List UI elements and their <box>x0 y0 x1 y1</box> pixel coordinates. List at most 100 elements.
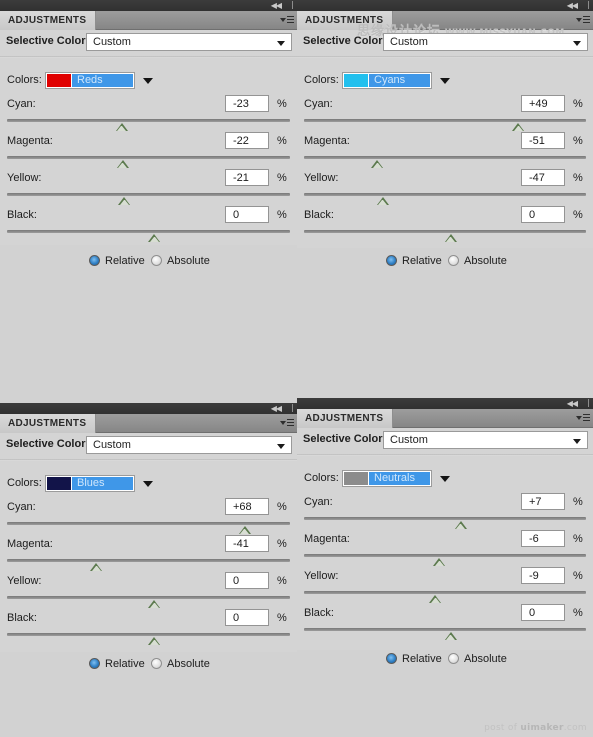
color-swatch <box>47 477 71 490</box>
slider-thumb-cyan[interactable] <box>512 123 525 131</box>
percent-symbol-black: % <box>573 607 583 619</box>
slider-thumb-inner <box>446 634 456 640</box>
tab-adjustments[interactable]: ADJUSTMENTS <box>0 11 97 30</box>
slider-value-input-magenta[interactable]: -41 <box>225 535 269 552</box>
slider-track-cyan[interactable] <box>7 522 290 525</box>
page-title: Selective Color <box>6 438 86 450</box>
slider-track-cyan[interactable] <box>7 119 290 122</box>
chevron-down-icon <box>277 444 285 449</box>
preset-select[interactable]: Custom <box>86 33 292 51</box>
slider-value-input-magenta[interactable]: -22 <box>225 132 269 149</box>
slider-row-black: Black: 0% <box>0 206 297 246</box>
slider-track-magenta[interactable] <box>304 554 586 557</box>
slider-thumb-magenta[interactable] <box>433 558 446 566</box>
slider-thumb-magenta[interactable] <box>371 160 384 168</box>
slider-thumb-black[interactable] <box>444 234 457 242</box>
colors-dropdown[interactable]: Reds <box>45 72 135 89</box>
slider-track-yellow[interactable] <box>304 591 586 594</box>
slider-track-cyan[interactable] <box>304 517 586 520</box>
slider-track-black[interactable] <box>304 628 586 631</box>
slider-value-yellow: 0 <box>233 575 240 587</box>
slider-row-yellow: Yellow: -9% <box>297 567 593 607</box>
radio-absolute-label: Absolute <box>464 255 507 267</box>
slider-value-input-yellow[interactable]: -47 <box>521 169 565 186</box>
slider-track-black[interactable] <box>304 230 586 233</box>
preset-select[interactable]: Custom <box>383 33 588 51</box>
slider-value-input-cyan[interactable]: +7 <box>521 493 565 510</box>
slider-row-cyan: Cyan: +68% <box>0 498 297 538</box>
slider-thumb-black[interactable] <box>148 234 161 242</box>
slider-thumb-inner <box>378 199 388 205</box>
slider-value-input-black[interactable]: 0 <box>521 206 565 223</box>
slider-track-yellow[interactable] <box>304 193 586 196</box>
slider-value-input-cyan[interactable]: +68 <box>225 498 269 515</box>
chevron-down-icon[interactable] <box>440 476 450 482</box>
slider-value-input-black[interactable]: 0 <box>225 206 269 223</box>
radio-absolute-label: Absolute <box>464 653 507 665</box>
slider-value-input-yellow[interactable]: -9 <box>521 567 565 584</box>
slider-row-black: Black: 0% <box>297 604 593 644</box>
slider-thumb-yellow[interactable] <box>376 197 389 205</box>
slider-track-yellow[interactable] <box>7 596 290 599</box>
slider-thumb-yellow[interactable] <box>429 595 442 603</box>
panel-menu-icon[interactable] <box>280 15 294 26</box>
colors-dropdown[interactable]: Blues <box>45 475 135 492</box>
slider-row-magenta: Magenta: -41% <box>0 535 297 575</box>
slider-thumb-magenta[interactable] <box>90 563 103 571</box>
slider-label-black: Black: <box>7 209 37 221</box>
collapse-arrows-icon[interactable]: ◀◀ <box>567 399 578 408</box>
slider-track-cyan[interactable] <box>304 119 586 122</box>
panel-menu-triangle <box>576 416 582 420</box>
slider-thumb-black[interactable] <box>444 632 457 640</box>
panel-menu-icon[interactable] <box>280 418 294 429</box>
slider-thumb-yellow[interactable] <box>148 600 161 608</box>
slider-thumb-magenta[interactable] <box>116 160 129 168</box>
page-title: Selective Color <box>303 35 383 47</box>
collapse-arrows-icon[interactable]: ◀◀ <box>271 1 282 10</box>
slider-thumb-black[interactable] <box>148 637 161 645</box>
slider-track-magenta[interactable] <box>304 156 586 159</box>
collapse-arrows-icon[interactable]: ◀◀ <box>567 1 578 10</box>
percent-symbol-yellow: % <box>573 172 583 184</box>
tab-adjustments[interactable]: ADJUSTMENTS <box>297 409 394 428</box>
chevron-down-icon[interactable] <box>440 78 450 84</box>
slider-value-cyan: +68 <box>233 501 252 513</box>
slider-value-input-black[interactable]: 0 <box>225 609 269 626</box>
slider-value-input-yellow[interactable]: 0 <box>225 572 269 589</box>
radio-absolute-label: Absolute <box>167 658 210 670</box>
slider-track-magenta[interactable] <box>7 156 290 159</box>
panel-menu-icon[interactable] <box>576 15 590 26</box>
slider-value-input-magenta[interactable]: -51 <box>521 132 565 149</box>
slider-track-black[interactable] <box>7 633 290 636</box>
slider-value-input-black[interactable]: 0 <box>521 604 565 621</box>
footer-brand: uimaker <box>520 723 564 733</box>
slider-track-black[interactable] <box>7 230 290 233</box>
slider-row-yellow: Yellow: -21% <box>0 169 297 209</box>
slider-thumb-cyan[interactable] <box>238 526 251 534</box>
panel-menu-icon[interactable] <box>576 413 590 424</box>
method-radio-group: Relative Absolute <box>0 657 297 673</box>
slider-value-input-cyan[interactable]: +49 <box>521 95 565 112</box>
colors-dropdown[interactable]: Cyans <box>342 72 432 89</box>
chevron-down-icon[interactable] <box>143 78 153 84</box>
slider-track-yellow[interactable] <box>7 193 290 196</box>
preset-select[interactable]: Custom <box>383 431 588 449</box>
footer-prefix: post of <box>484 723 521 733</box>
slider-thumb-inner <box>513 125 523 131</box>
slider-thumb-yellow[interactable] <box>118 197 131 205</box>
colors-row: Colors: Cyans <box>297 72 593 90</box>
chevron-down-icon[interactable] <box>143 481 153 487</box>
slider-value-cyan: +49 <box>529 98 548 110</box>
slider-value-cyan: +7 <box>529 496 542 508</box>
preset-select[interactable]: Custom <box>86 436 292 454</box>
slider-value-input-cyan[interactable]: -23 <box>225 95 269 112</box>
slider-track-magenta[interactable] <box>7 559 290 562</box>
slider-label-cyan: Cyan: <box>304 98 333 110</box>
collapse-arrows-icon[interactable]: ◀◀ <box>271 404 282 413</box>
slider-value-input-magenta[interactable]: -6 <box>521 530 565 547</box>
colors-dropdown[interactable]: Neutrals <box>342 470 432 487</box>
tab-adjustments[interactable]: ADJUSTMENTS <box>0 414 97 433</box>
slider-thumb-cyan[interactable] <box>454 521 467 529</box>
slider-value-input-yellow[interactable]: -21 <box>225 169 269 186</box>
slider-thumb-cyan[interactable] <box>115 123 128 131</box>
